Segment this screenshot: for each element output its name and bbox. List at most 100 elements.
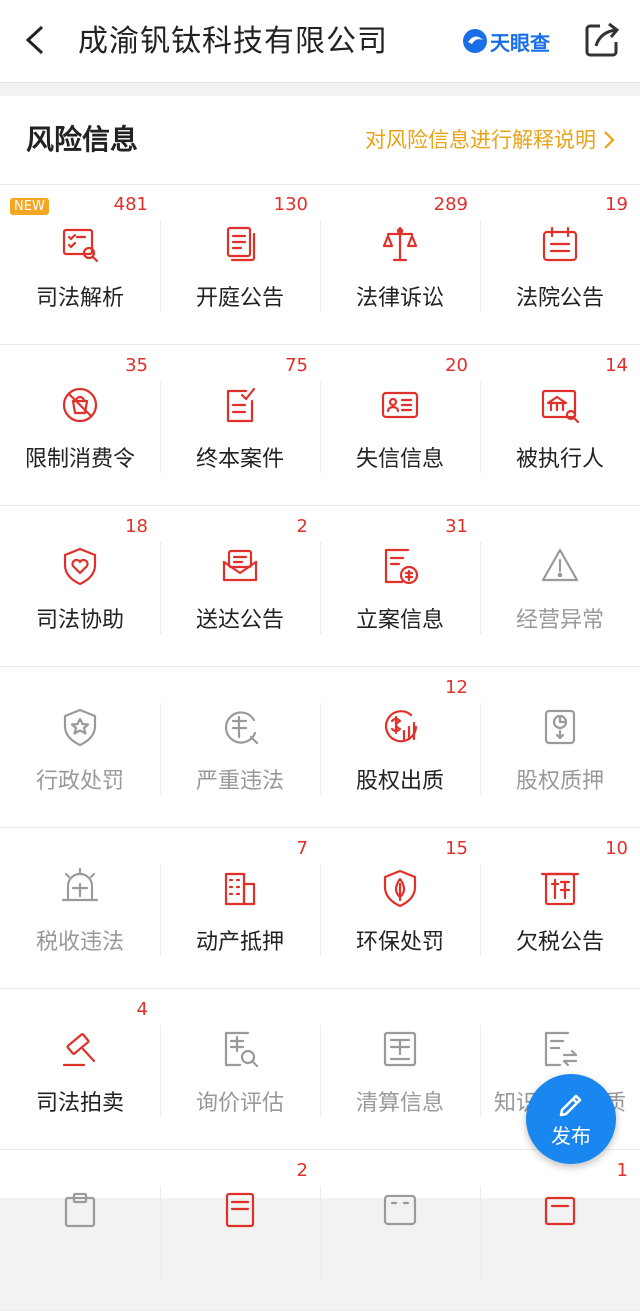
count-badge: 75 <box>285 355 308 376</box>
publish-button[interactable]: 发布 <box>526 1074 616 1164</box>
column-divider <box>160 542 161 634</box>
new-badge: NEW <box>10 198 49 215</box>
column-divider <box>160 1025 161 1117</box>
risk-item[interactable]: 经营异常 <box>480 506 640 666</box>
risk-item[interactable]: 14 被执行人 <box>480 345 640 505</box>
column-divider <box>480 381 481 473</box>
case-file-icon <box>384 548 419 585</box>
risk-item-label: 欠税公告 <box>515 930 604 955</box>
clipboard-icon <box>64 1192 96 1228</box>
envelope-icon <box>222 549 258 582</box>
count-badge: 289 <box>433 194 468 215</box>
risk-item-label: 司法拍卖 <box>35 1091 124 1116</box>
count-badge: 1 <box>616 1160 628 1181</box>
risk-item-label: 股权质押 <box>515 769 604 794</box>
risk-item-label: 司法协助 <box>35 608 124 633</box>
risk-item[interactable]: 4 司法拍卖 <box>0 989 160 1149</box>
risk-item-label: 法院公告 <box>515 286 604 311</box>
risk-item-label: 立案信息 <box>355 608 444 633</box>
risk-item-label: 询价评估 <box>195 1091 284 1116</box>
risk-item[interactable]: 严重违法 <box>160 667 320 827</box>
count-badge: 10 <box>605 838 628 859</box>
risk-item-label: 经营异常 <box>515 608 604 633</box>
risk-item-label: 被执行人 <box>515 447 604 472</box>
brand-logo: 天眼查 <box>462 26 550 56</box>
pencil-icon <box>559 1094 582 1117</box>
checklist-icon <box>226 387 256 423</box>
column-divider <box>480 864 481 956</box>
count-badge: 130 <box>273 194 308 215</box>
risk-item[interactable] <box>320 1150 480 1310</box>
risk-item[interactable]: 20 失信信息 <box>320 345 480 505</box>
risk-item[interactable]: 1 <box>480 1150 640 1310</box>
risk-item[interactable]: 2 <box>160 1150 320 1310</box>
risk-item[interactable]: 35 限制消费令 <box>0 345 160 505</box>
price-search-icon <box>224 1031 259 1068</box>
column-divider <box>160 220 161 312</box>
risk-row: 18 司法协助 2 送达公告 31 立案信息 经营异常 <box>0 506 640 667</box>
risk-item[interactable]: 75 终本案件 <box>160 345 320 505</box>
column-divider <box>160 864 161 956</box>
page-title: 成渝钒钛科技有限公司 <box>78 24 388 59</box>
risk-item-label: 动产抵押 <box>195 930 284 955</box>
chevron-left-icon[interactable] <box>18 22 54 58</box>
risk-item-label: 税收违法 <box>35 930 124 955</box>
count-badge: 31 <box>445 516 468 537</box>
tax-alarm-icon <box>61 867 99 902</box>
risk-item-label: 环保处罚 <box>355 930 444 955</box>
scales-icon <box>382 226 418 262</box>
risk-info-card: 风险信息 对风险信息进行解释说明 NEW 481 司法解析 130 开庭公告 289 法律诉… <box>0 96 640 1311</box>
share-icon[interactable] <box>582 20 622 60</box>
risk-item-label: 终本案件 <box>195 447 284 472</box>
risk-item[interactable]: 税收违法 <box>0 828 160 988</box>
risk-item[interactable]: 31 立案信息 <box>320 506 480 666</box>
risk-row: 税收违法 7 动产抵押 15 环保处罚 10 欠税公告 <box>0 828 640 989</box>
risk-item-label: 送达公告 <box>195 608 284 633</box>
risk-item-label: 清算信息 <box>355 1091 444 1116</box>
ledger-icon <box>383 1031 417 1067</box>
risk-item-label: 限制消费令 <box>24 447 135 472</box>
leaf-shield-icon <box>383 869 417 908</box>
risk-item[interactable]: 询价评估 <box>160 989 320 1149</box>
column-divider <box>320 381 321 473</box>
publish-button-label: 发布 <box>551 1124 591 1148</box>
risk-item[interactable]: 15 环保处罚 <box>320 828 480 988</box>
risk-row: NEW 481 司法解析 130 开庭公告 289 法律诉讼 19 法院公告 <box>0 184 640 345</box>
column-divider <box>480 542 481 634</box>
id-card-icon <box>381 391 419 419</box>
explain-risk-link[interactable]: 对风险信息进行解释说明 <box>365 124 616 156</box>
column-divider <box>160 381 161 473</box>
column-divider <box>480 220 481 312</box>
section-header: 风险信息 对风险信息进行解释说明 <box>0 96 640 185</box>
building-search-icon <box>541 389 580 424</box>
count-badge: 4 <box>136 999 148 1020</box>
section-title: 风险信息 <box>26 123 139 156</box>
shield-star-icon <box>63 708 97 747</box>
risk-item[interactable]: 2 送达公告 <box>160 506 320 666</box>
risk-item[interactable]: 行政处罚 <box>0 667 160 827</box>
risk-item[interactable]: 289 法律诉讼 <box>320 184 480 344</box>
risk-item[interactable]: 10 欠税公告 <box>480 828 640 988</box>
risk-item[interactable]: 清算信息 <box>320 989 480 1149</box>
column-divider <box>320 220 321 312</box>
risk-row: 行政处罚 严重违法 12 股权出质 股权质押 <box>0 667 640 828</box>
risk-item[interactable]: NEW 481 司法解析 <box>0 184 160 344</box>
risk-item[interactable]: 19 法院公告 <box>480 184 640 344</box>
column-divider <box>480 703 481 795</box>
risk-item[interactable]: 股权质押 <box>480 667 640 827</box>
count-badge: 35 <box>125 355 148 376</box>
pie-doc-icon <box>544 709 576 745</box>
risk-item[interactable]: 130 开庭公告 <box>160 184 320 344</box>
no-shopping-icon <box>62 387 98 423</box>
column-divider <box>320 1025 321 1117</box>
risk-item[interactable]: 12 股权出质 <box>320 667 480 827</box>
calendar-icon <box>542 226 578 262</box>
risk-item[interactable]: 7 动产抵押 <box>160 828 320 988</box>
tianyancha-logo-icon <box>463 29 487 53</box>
risk-item[interactable] <box>0 1150 160 1310</box>
judicial-analysis-icon <box>62 228 99 263</box>
column-divider <box>480 1025 481 1117</box>
grid-icon <box>383 1194 417 1226</box>
risk-item-label: 开庭公告 <box>195 286 284 311</box>
risk-item[interactable]: 18 司法协助 <box>0 506 160 666</box>
